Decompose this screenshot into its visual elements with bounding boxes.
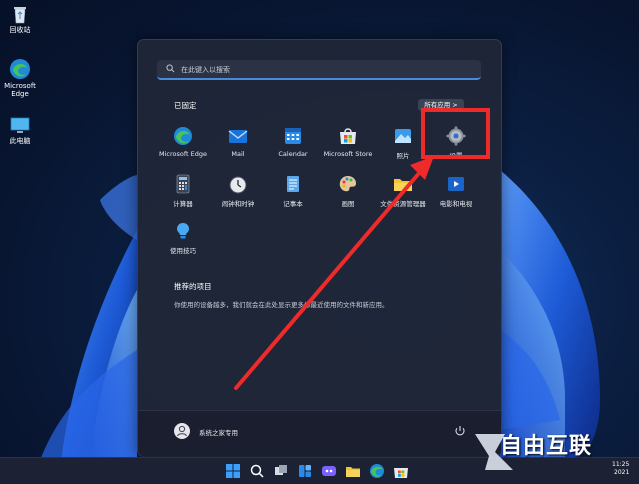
watermark-text: 自由互联 <box>500 434 593 459</box>
edge-icon[interactable] <box>368 462 386 480</box>
task-view-icon[interactable] <box>272 462 290 480</box>
search-icon[interactable] <box>248 462 266 480</box>
chat-icon[interactable] <box>320 462 338 480</box>
file-explorer-icon[interactable] <box>344 462 362 480</box>
annotation-arrow <box>234 156 434 390</box>
start-button-icon[interactable] <box>224 462 242 480</box>
store-icon[interactable] <box>392 462 410 480</box>
widgets-icon[interactable] <box>296 462 314 480</box>
